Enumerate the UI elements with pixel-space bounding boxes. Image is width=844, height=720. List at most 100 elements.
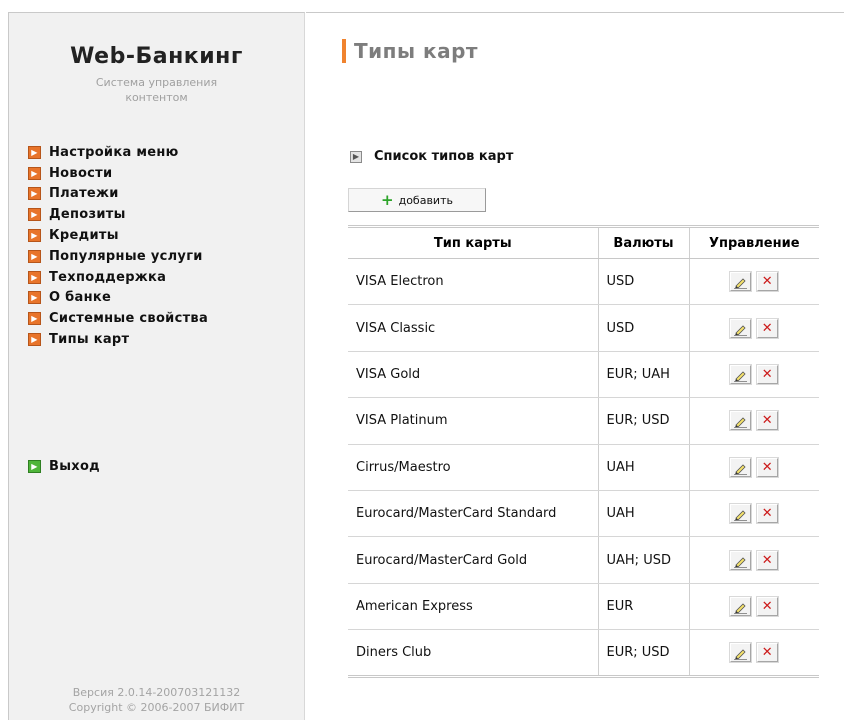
menu-item-label: Настройка меню	[49, 144, 179, 160]
version-text: Версия 2.0.14-200703121132	[72, 686, 241, 699]
section-header: ▶ Список типов карт	[350, 149, 513, 164]
table-row: VISA Platinum EUR; USD ✕	[348, 397, 819, 445]
menu-item-label: Системные свойства	[49, 311, 209, 327]
menu-item-label: Типы карт	[49, 332, 130, 348]
red-x-icon: ✕	[761, 274, 773, 290]
edit-button[interactable]	[729, 596, 751, 616]
menu-item-label: Техподдержка	[49, 269, 167, 285]
currencies-cell: UAH	[597, 490, 689, 538]
card-type-cell: VISA Classic	[348, 304, 598, 352]
edit-button[interactable]	[729, 272, 751, 292]
main-menu: ▶ Настройка меню ▶ Новости ▶ Платежи ▶ Депоз…	[28, 142, 208, 350]
card-types-table: Тип карты Валюты Управление VISA Electro…	[348, 225, 819, 678]
edit-button[interactable]	[729, 457, 751, 477]
currencies-cell: USD	[597, 258, 689, 306]
exit-menu: ▶ Выход	[28, 456, 100, 477]
red-x-icon: ✕	[761, 366, 773, 382]
edit-button[interactable]	[729, 318, 751, 338]
controls-cell: ✕	[688, 536, 819, 584]
controls-cell: ✕	[688, 629, 819, 678]
edit-button[interactable]	[729, 642, 751, 662]
card-type-cell: Cirrus/Maestro	[348, 444, 598, 491]
orange-arrow-icon: ▶	[28, 291, 41, 305]
menu-item-payments[interactable]: ▶ Платежи	[28, 184, 208, 205]
section-title: Список типов карт	[374, 149, 514, 164]
delete-button[interactable]: ✕	[756, 504, 778, 524]
exit-link[interactable]: ▶ Выход	[28, 456, 100, 477]
card-type-cell: American Express	[348, 583, 598, 631]
delete-button[interactable]: ✕	[756, 411, 778, 431]
orange-arrow-icon: ▶	[28, 249, 41, 263]
menu-item-label: О банке	[49, 290, 112, 306]
brand-title: Web-Банкинг	[70, 44, 243, 69]
currencies-cell: EUR; USD	[597, 629, 689, 678]
menu-item-support[interactable]: ▶ Техподдержка	[28, 267, 208, 288]
column-header-controls: Управление	[688, 225, 819, 259]
menu-item-card-types[interactable]: ▶ Типы карт	[28, 329, 208, 350]
table-row: VISA Classic USD ✕	[348, 304, 819, 352]
delete-button[interactable]: ✕	[756, 318, 778, 338]
green-arrow-icon: ▶	[28, 459, 41, 473]
menu-item-popular-services[interactable]: ▶ Популярные услуги	[28, 246, 208, 267]
currencies-cell: UAH	[597, 444, 689, 491]
pencil-icon	[733, 603, 747, 614]
brand-subtitle: Система управления контентом	[95, 76, 218, 104]
controls-cell: ✕	[688, 258, 819, 306]
delete-button[interactable]: ✕	[756, 550, 778, 570]
column-header-card-type: Тип карты	[348, 225, 598, 259]
controls-cell: ✕	[688, 304, 819, 352]
copyright-text: Copyright © 2006-2007 БИФИТ	[68, 701, 245, 714]
card-type-cell: VISA Gold	[348, 351, 598, 399]
currencies-cell: UAH; USD	[597, 536, 689, 584]
edit-button[interactable]	[729, 550, 751, 570]
controls-cell: ✕	[688, 583, 819, 631]
red-x-icon: ✕	[761, 644, 773, 660]
red-x-icon: ✕	[761, 598, 773, 614]
currencies-cell: EUR; UAH	[597, 351, 689, 399]
edit-button[interactable]	[729, 364, 751, 384]
orange-arrow-icon: ▶	[28, 312, 41, 326]
pencil-icon	[733, 371, 747, 382]
table-header-row: Тип карты Валюты Управление	[348, 225, 819, 259]
menu-item-credits[interactable]: ▶ Кредиты	[28, 225, 208, 246]
delete-button[interactable]: ✕	[756, 457, 778, 477]
table-row: Cirrus/Maestro UAH ✕	[348, 444, 819, 491]
orange-arrow-icon: ▶	[28, 187, 41, 201]
pencil-icon	[733, 325, 747, 336]
edit-button[interactable]	[729, 504, 751, 524]
menu-item-label: Депозиты	[49, 207, 126, 223]
table-row: Eurocard/MasterCard Gold UAH; USD ✕	[348, 536, 819, 584]
pencil-icon	[733, 417, 747, 429]
sidebar: Web-Банкинг Система управления контентом…	[8, 12, 305, 720]
brand: Web-Банкинг Система управления контентом	[9, 44, 304, 105]
table-row: VISA Electron USD ✕	[348, 258, 819, 306]
delete-button[interactable]: ✕	[756, 642, 778, 662]
table-row: VISA Gold EUR; UAH ✕	[348, 351, 819, 399]
add-button[interactable]: + добавить	[348, 188, 486, 212]
delete-button[interactable]: ✕	[756, 364, 778, 384]
delete-button[interactable]: ✕	[756, 272, 778, 292]
version-info: Версия 2.0.14-200703121132 Copyright © 2…	[9, 685, 304, 715]
pencil-icon	[733, 464, 747, 475]
menu-item-label: Популярные услуги	[49, 248, 203, 264]
orange-arrow-icon: ▶	[28, 333, 41, 347]
card-type-cell: Eurocard/MasterCard Standard	[348, 490, 598, 538]
card-type-cell: Diners Club	[348, 629, 598, 678]
add-button-label: добавить	[398, 193, 453, 207]
menu-item-menu-settings[interactable]: ▶ Настройка меню	[28, 142, 208, 163]
menu-item-system-properties[interactable]: ▶ Системные свойства	[28, 308, 208, 329]
menu-item-about-bank[interactable]: ▶ О банке	[28, 288, 208, 309]
arrow-box-icon: ▶	[350, 150, 362, 163]
menu-item-deposits[interactable]: ▶ Депозиты	[28, 204, 208, 225]
controls-cell: ✕	[688, 490, 819, 538]
table-row: American Express EUR ✕	[348, 583, 819, 631]
main-content: Типы карт ▶ Список типов карт + добавить…	[306, 12, 844, 720]
card-type-cell: Eurocard/MasterCard Gold	[348, 536, 598, 584]
menu-item-news[interactable]: ▶ Новости	[28, 163, 208, 184]
pencil-icon	[733, 278, 747, 290]
delete-button[interactable]: ✕	[756, 596, 778, 616]
pencil-icon	[733, 556, 747, 568]
edit-button[interactable]	[729, 411, 751, 431]
orange-arrow-icon: ▶	[28, 229, 41, 243]
card-type-cell: VISA Platinum	[348, 397, 598, 445]
